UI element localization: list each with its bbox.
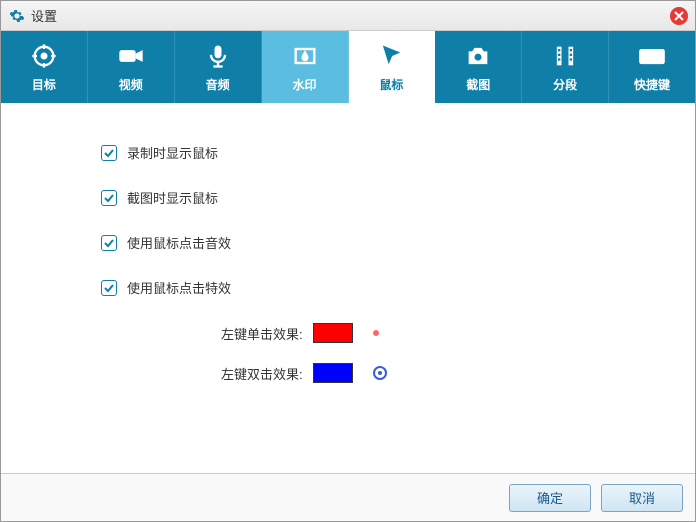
window-title: 设置 [31, 6, 57, 25]
checkbox-row-effect: 使用鼠标点击特效 [101, 278, 695, 297]
checkbox-show-cursor-screenshot[interactable] [101, 190, 117, 206]
footer: 确定 取消 [1, 473, 695, 521]
cancel-button[interactable]: 取消 [601, 484, 683, 512]
checkbox-row-screenshot: 截图时显示鼠标 [101, 188, 695, 207]
double-click-row: 左键双击效果: [221, 363, 695, 383]
segment-icon [551, 42, 579, 70]
camera-icon [464, 42, 492, 70]
content-panel: 录制时显示鼠标 截图时显示鼠标 使用鼠标点击音效 使用鼠标点击特效 左键单击效果… [1, 103, 695, 473]
double-click-color[interactable] [313, 363, 353, 383]
checkbox-click-effect[interactable] [101, 280, 117, 296]
tab-watermark[interactable]: 水印 [262, 31, 349, 103]
checkbox-click-sound[interactable] [101, 235, 117, 251]
tab-hotkey[interactable]: 快捷键 [609, 31, 695, 103]
target-icon [30, 42, 58, 70]
keyboard-icon [638, 42, 666, 70]
ok-button[interactable]: 确定 [509, 484, 591, 512]
checkbox-show-cursor-recording[interactable] [101, 145, 117, 161]
tab-screenshot[interactable]: 截图 [435, 31, 522, 103]
single-click-row: 左键单击效果: [221, 323, 695, 343]
cursor-icon [377, 42, 405, 70]
tab-video[interactable]: 视频 [88, 31, 175, 103]
audio-icon [204, 42, 232, 70]
double-click-preview-icon [373, 366, 387, 380]
tab-bar: 目标 视频 音频 水印 鼠标 截图 分段 快捷键 [1, 31, 695, 103]
single-click-preview-icon [373, 330, 379, 336]
tab-segment[interactable]: 分段 [522, 31, 609, 103]
checkbox-row-sound: 使用鼠标点击音效 [101, 233, 695, 252]
checkbox-row-record: 录制时显示鼠标 [101, 143, 695, 162]
titlebar: 设置 [1, 1, 695, 31]
close-button[interactable] [669, 6, 689, 26]
tab-audio[interactable]: 音频 [175, 31, 262, 103]
watermark-icon [291, 42, 319, 70]
video-icon [117, 42, 145, 70]
gear-icon [9, 8, 25, 24]
tab-target[interactable]: 目标 [1, 31, 88, 103]
settings-window: 设置 目标 视频 音频 水印 鼠标 截图 [0, 0, 696, 522]
tab-cursor[interactable]: 鼠标 [349, 31, 436, 103]
single-click-color[interactable] [313, 323, 353, 343]
